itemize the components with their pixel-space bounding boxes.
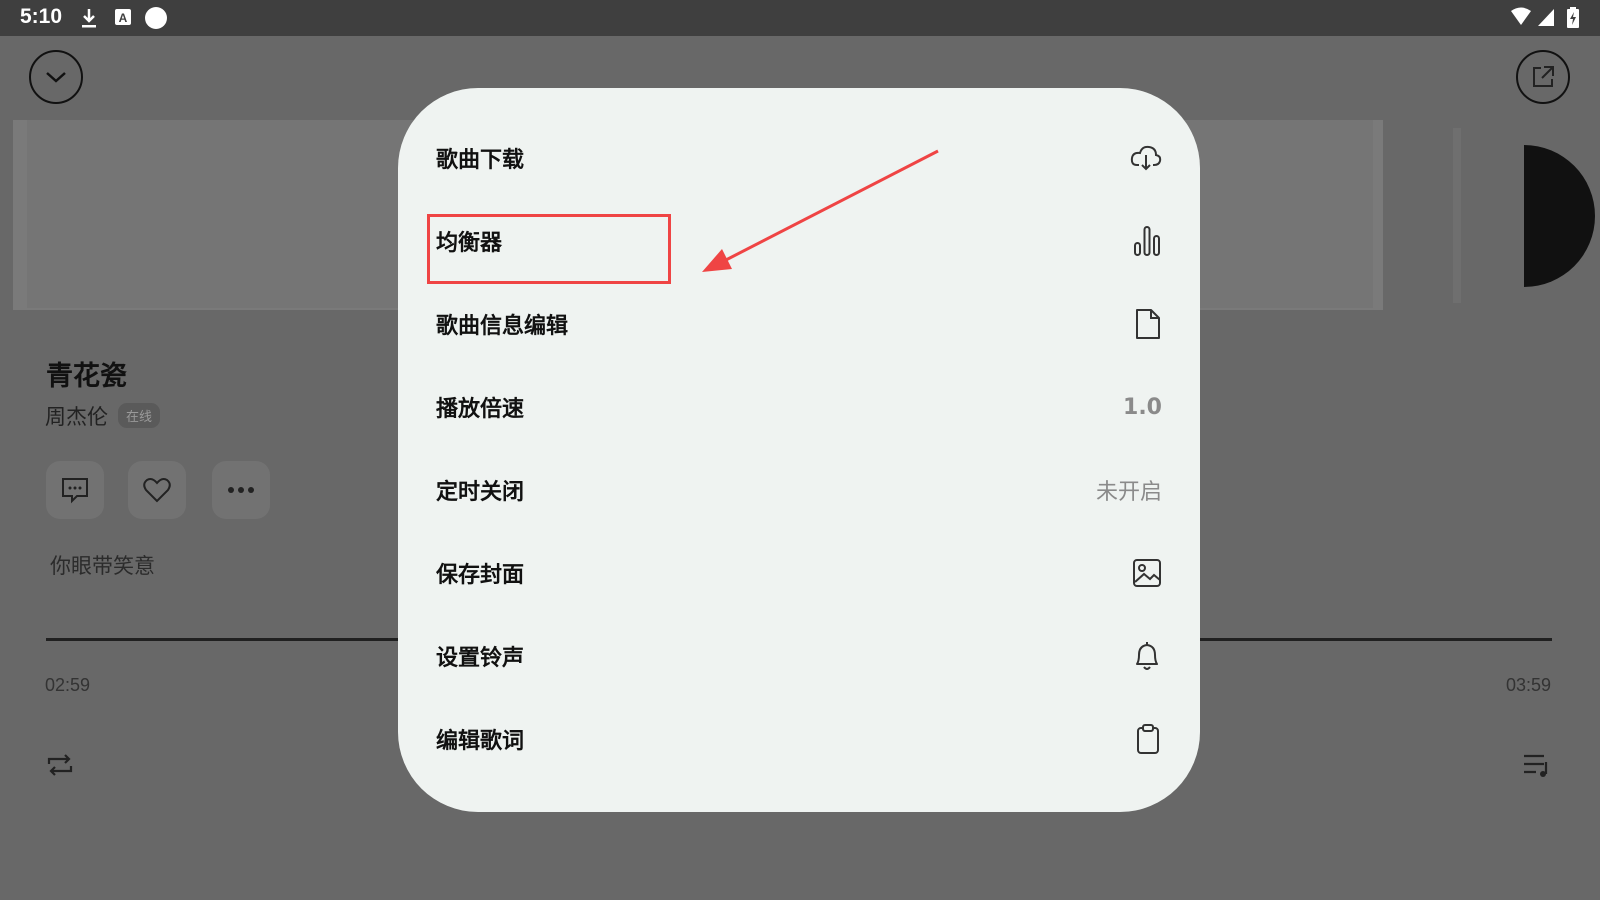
more-options-dialog: 歌曲下载 均衡器 歌曲信息编辑 播放倍速 1.0 定时关闭 未开启 保存封面 设…: [398, 88, 1200, 812]
signal-icon: [1536, 7, 1556, 31]
like-button[interactable]: [128, 461, 186, 519]
status-bar: 5:10 A: [0, 0, 1600, 36]
vinyl-edge: [1453, 128, 1461, 303]
share-button[interactable]: [1516, 50, 1570, 104]
comment-icon: [62, 478, 88, 504]
menu-item-label: 播放倍速: [436, 397, 525, 422]
chevron-down-icon: [46, 72, 66, 83]
share-external-icon: [1533, 66, 1554, 87]
cloud-download-icon: [1130, 145, 1162, 171]
total-duration: 03:59: [1506, 675, 1552, 695]
menu-item-label: 设置铃声: [436, 646, 525, 671]
playback-speed-value: 1.0: [1123, 394, 1162, 420]
more-button[interactable]: [212, 461, 270, 519]
playlist-icon[interactable]: [1522, 750, 1554, 784]
wifi-icon: [1510, 7, 1532, 31]
menu-item-label: 定时关闭: [436, 480, 525, 505]
repeat-icon[interactable]: [45, 750, 75, 784]
image-icon: [1133, 559, 1161, 587]
keyboard-a-icon: A: [114, 7, 132, 31]
menu-item-set-ringtone[interactable]: 设置铃声: [436, 626, 1162, 686]
sleep-timer-value: 未开启: [1095, 480, 1162, 505]
menu-item-edit-song-info[interactable]: 歌曲信息编辑: [436, 294, 1162, 354]
download-icon: [80, 7, 98, 33]
elapsed-time: 02:59: [45, 675, 91, 695]
clipboard-icon: [1137, 724, 1159, 754]
menu-item-label: 歌曲下载: [436, 148, 525, 173]
heart-icon: [143, 478, 171, 503]
svg-text:A: A: [119, 11, 128, 25]
circle-notification-icon: [144, 7, 168, 35]
source-badge: 在线: [118, 403, 161, 428]
menu-item-sleep-timer[interactable]: 定时关闭 未开启: [436, 460, 1162, 520]
collapse-button[interactable]: [29, 50, 83, 104]
artist-name[interactable]: 周杰伦: [45, 401, 108, 431]
more-dots-icon: [228, 487, 254, 493]
battery-icon: [1566, 7, 1580, 33]
song-title: 青花瓷: [46, 361, 127, 392]
comment-button[interactable]: [46, 461, 104, 519]
bell-icon: [1136, 642, 1158, 670]
menu-item-save-cover[interactable]: 保存封面: [436, 543, 1162, 603]
document-icon: [1136, 309, 1160, 339]
menu-item-download[interactable]: 歌曲下载: [436, 128, 1162, 188]
menu-item-label: 保存封面: [436, 563, 525, 588]
equalizer-icon: [1134, 226, 1160, 256]
lyric-line[interactable]: 你眼带笑意: [50, 550, 155, 580]
menu-item-label: 歌曲信息编辑: [436, 314, 569, 339]
status-time: 5:10: [20, 5, 63, 28]
menu-item-playback-speed[interactable]: 播放倍速 1.0: [436, 377, 1162, 437]
menu-item-edit-lyrics[interactable]: 编辑歌词: [436, 709, 1162, 769]
menu-item-label: 编辑歌词: [436, 729, 525, 754]
equalizer-highlight-box: [427, 214, 671, 284]
